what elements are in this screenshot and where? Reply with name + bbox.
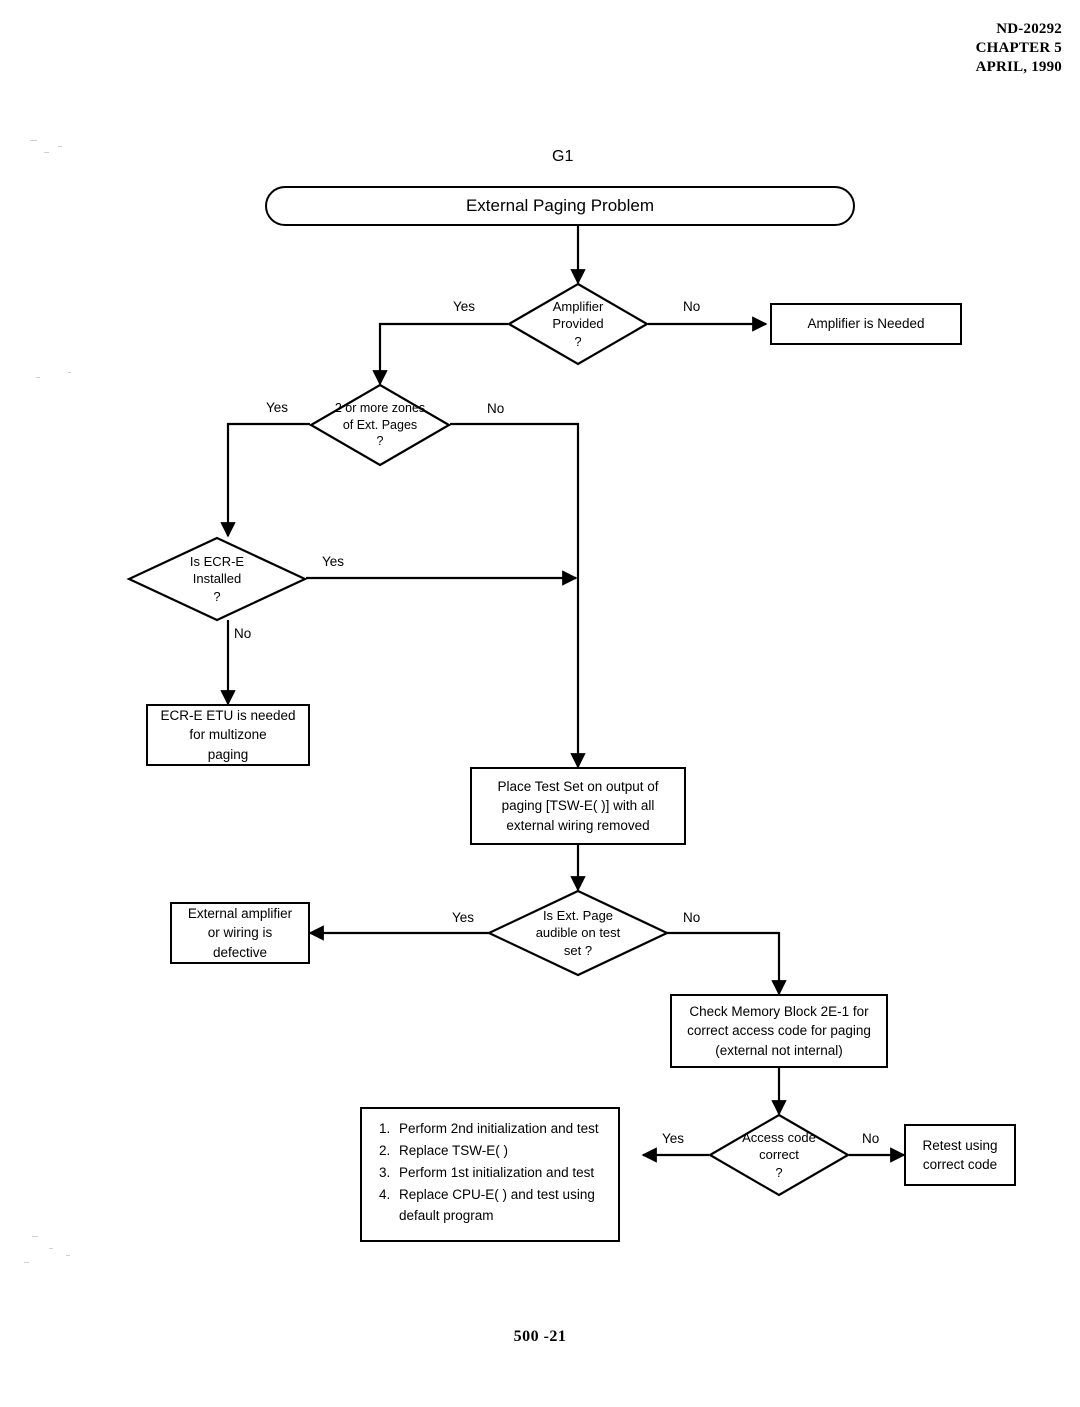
node-decision-two-or-more-zones-label: 2 or more zones of Ext. Pages ? <box>334 400 426 449</box>
edge-two-zones-no <box>450 422 586 769</box>
node-decision-two-or-more-zones: 2 or more zones of Ext. Pages ? <box>308 383 452 467</box>
node-amplifier-is-needed-label: Amplifier is Needed <box>807 316 925 332</box>
node-decision-ext-page-audible-label: Is Ext. Page audible on test set ? <box>535 907 621 958</box>
edge-two-zones-yes <box>220 422 310 538</box>
edge-label-access-no: No <box>862 1131 880 1146</box>
node-start-label: External Paging Problem <box>465 195 655 215</box>
edge-label-amp-provided-no: No <box>683 299 701 314</box>
edge-label-audible-no: No <box>683 910 701 925</box>
node-external-amplifier-defective: External amplifier or wiring is defectiv… <box>170 902 310 964</box>
edge-label-amp-provided-yes: Yes <box>453 299 476 314</box>
node-amplifier-is-needed: Amplifier is Needed <box>770 303 962 345</box>
node-external-amplifier-defective-label: External amplifier or wiring is defectiv… <box>187 906 293 960</box>
edge-label-two-zones-yes: Yes <box>266 400 289 415</box>
list-item: Replace TSW-E( ) <box>394 1141 606 1162</box>
edge-label-access-yes: Yes <box>662 1131 685 1146</box>
edge-amp-provided-yes <box>372 322 508 386</box>
node-decision-amplifier-provided: Amplifier Provided ? <box>506 282 650 366</box>
node-decision-is-ecre-installed: Is ECR-E Installed ? <box>126 536 308 622</box>
node-corrective-steps-list: Perform 2nd initialization and test Repl… <box>360 1107 620 1242</box>
node-check-memory-block: Check Memory Block 2E-1 for correct acce… <box>670 994 888 1068</box>
edge-label-ecre-no: No <box>234 626 252 641</box>
node-start-external-paging-problem: External Paging Problem <box>265 186 855 226</box>
node-decision-access-code-correct-label: Access code correct ? <box>742 1129 816 1180</box>
node-retest-using-correct-code: Retest using correct code <box>904 1124 1016 1186</box>
list-item: Perform 2nd initialization and test <box>394 1119 606 1140</box>
group-label-g1: G1 <box>552 148 574 165</box>
node-retest-using-correct-code-label: Retest using correct code <box>922 1137 998 1172</box>
node-place-test-set-label: Place Test Set on output of paging [TSW-… <box>497 779 659 833</box>
node-ecre-etu-needed: ECR-E ETU is needed for multizone paging <box>146 704 310 766</box>
list-item: Perform 1st initialization and test <box>394 1163 606 1184</box>
node-decision-access-code-correct: Access code correct ? <box>707 1113 851 1197</box>
edge-label-two-zones-no: No <box>487 401 505 416</box>
edge-label-ecre-yes: Yes <box>322 554 345 569</box>
list-item: Replace CPU-E( ) and test using default … <box>394 1185 606 1227</box>
node-decision-ext-page-audible: Is Ext. Page audible on test set ? <box>486 889 670 977</box>
document-page: ND-20292 CHAPTER 5 APRIL, 1990 G1 Extern… <box>0 0 1080 1407</box>
node-check-memory-block-label: Check Memory Block 2E-1 for correct acce… <box>687 1004 871 1058</box>
edge-label-audible-yes: Yes <box>452 910 475 925</box>
node-decision-is-ecre-installed-label: Is ECR-E Installed ? <box>189 553 245 604</box>
node-place-test-set: Place Test Set on output of paging [TSW-… <box>470 767 686 845</box>
node-decision-amplifier-provided-label: Amplifier Provided ? <box>552 298 604 349</box>
node-ecre-etu-needed-label: ECR-E ETU is needed for multizone paging <box>160 708 296 762</box>
